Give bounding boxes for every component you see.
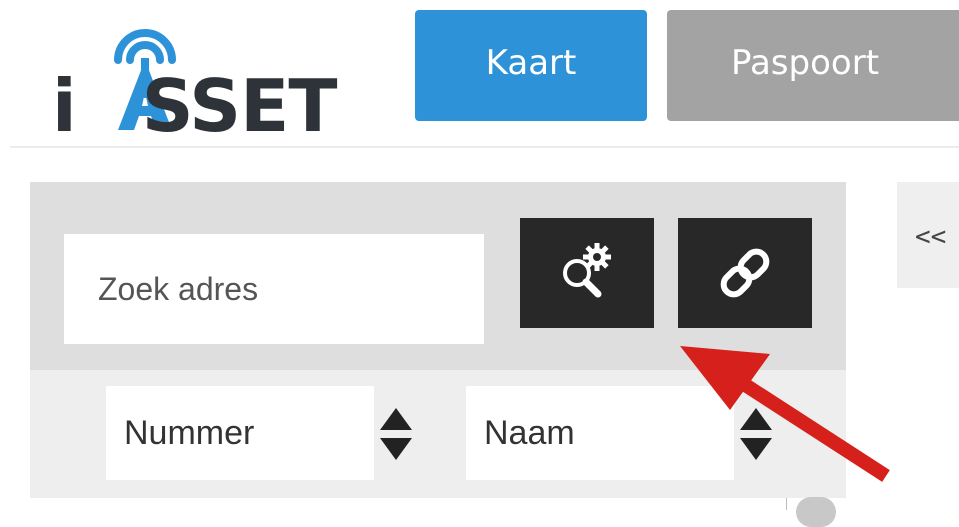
sort-by-name-select[interactable]: Naam: [466, 386, 734, 480]
logo-letter-i: i: [52, 64, 77, 148]
tab-kaart-label: Kaart: [485, 42, 577, 83]
sort-updown-icon[interactable]: [376, 406, 416, 462]
search-settings-button[interactable]: [520, 218, 654, 328]
sort-name-label: Naam: [484, 414, 575, 452]
sort-number-label: Nummer: [124, 414, 255, 452]
search-settings-icon: [563, 243, 611, 298]
iasset-logo[interactable]: i SSET: [52, 14, 372, 146]
tab-kaart[interactable]: Kaart: [415, 10, 647, 121]
tab-paspoort-label: Paspoort: [731, 42, 880, 83]
logo-letters-sset: SSET: [141, 64, 338, 148]
link-icon: [720, 248, 770, 298]
collapse-label: <<: [915, 222, 947, 252]
scrollbar-track: [786, 498, 787, 510]
header-divider: [10, 146, 959, 148]
scrollbar-handle[interactable]: [796, 497, 836, 527]
sort-updown-icon[interactable]: [736, 406, 776, 462]
map-area: [897, 288, 959, 510]
link-button[interactable]: [678, 218, 812, 328]
sort-by-number-select[interactable]: Nummer: [106, 386, 374, 480]
address-search-input[interactable]: [64, 234, 484, 344]
tab-paspoort[interactable]: Paspoort: [667, 10, 959, 121]
collapse-panel-toggle[interactable]: <<: [897, 182, 959, 288]
